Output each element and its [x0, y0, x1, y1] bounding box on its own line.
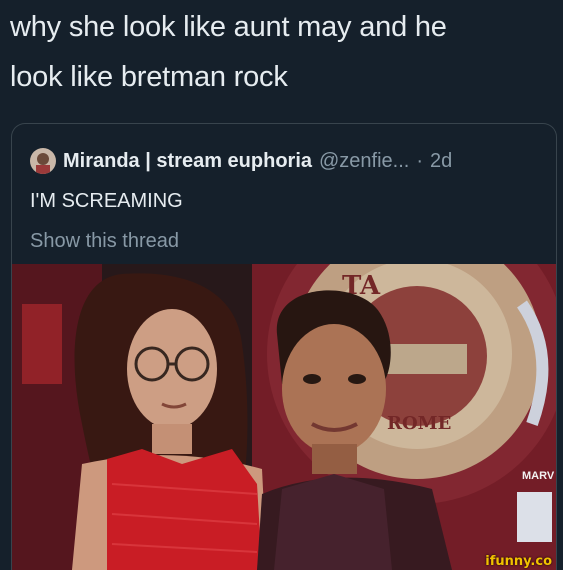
photo-image-illustration: TA ROME MARV — [12, 204, 556, 570]
user-avatar-icon[interactable] — [30, 148, 56, 174]
caption-line-1: why she look like aunt may and he — [10, 11, 447, 43]
tweet-text: I'M SCREAMING — [30, 190, 183, 212]
quoted-tweet-card[interactable]: Miranda | stream euphoria @zenfie... · 2… — [11, 123, 557, 570]
show-thread-link[interactable]: Show this thread — [30, 230, 179, 253]
meme-caption: why she look like aunt may and he look l… — [10, 2, 555, 102]
caption-line-2: look like bretman rock — [10, 61, 288, 93]
user-handle[interactable]: @zenfie... — [319, 150, 409, 173]
ifunny-watermark: ifunny.co — [485, 554, 552, 569]
tweet-header: Miranda | stream euphoria @zenfie... · 2… — [30, 148, 452, 174]
display-name[interactable]: Miranda | stream euphoria — [63, 150, 312, 173]
tweet-time[interactable]: 2d — [430, 150, 452, 173]
photo-image[interactable]: TA ROME MARV ifunny.co — [12, 204, 556, 570]
separator-dot: · — [416, 149, 424, 172]
